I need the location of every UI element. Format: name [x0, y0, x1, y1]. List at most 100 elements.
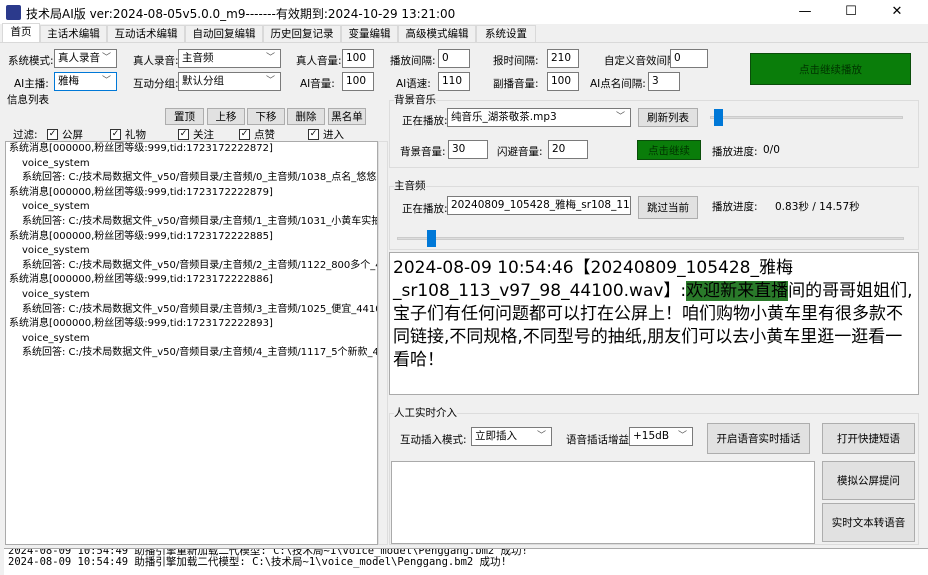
app-icon: 技术局: [6, 5, 21, 20]
bgm-playing-label: 正在播放:: [402, 115, 448, 127]
sub-vol-label: 副播音量:: [493, 78, 539, 90]
continue-play-button[interactable]: 点击继续播放: [750, 53, 911, 85]
main-slider-track[interactable]: [397, 237, 904, 240]
insert-mode-select[interactable]: 立即插入 ﹀: [471, 427, 552, 446]
tab-reply-history[interactable]: 历史回复记录: [263, 25, 341, 43]
window-title: 技术局AI版 ver:2024-08-05v5.0.0_m9-------有效期…: [26, 7, 456, 21]
ai-speed-input[interactable]: 110: [438, 72, 470, 91]
voice-insert-button[interactable]: 开启语音实时插话: [707, 423, 810, 454]
tab-auto-reply[interactable]: 自动回复编辑: [185, 25, 263, 43]
manual-input[interactable]: [391, 461, 815, 544]
chevron-down-icon: ﹀: [536, 431, 546, 441]
message-head: 系统消息[000000,粉丝团等级:999,tid:1723172222886]: [9, 274, 273, 286]
message-head: 系统消息[000000,粉丝团等级:999,tid:1723172222879]: [9, 186, 273, 198]
ai-host-value: 雅梅: [58, 75, 79, 87]
log-output[interactable]: 2024-08-09 10:54:49 助播引擎重新加载二代模型: C:\技术局…: [4, 548, 928, 575]
checkbox-icon: ✓: [47, 129, 58, 140]
real-rec-select[interactable]: 主音频 ﹀: [178, 49, 281, 68]
checkbox-icon: ✓: [239, 129, 250, 140]
filter-public-label: 公屏: [62, 129, 83, 141]
delete-button[interactable]: 删除: [287, 108, 325, 125]
filter-follow-label: 关注: [193, 129, 214, 141]
bgm-slider-thumb[interactable]: [713, 109, 723, 126]
chevron-down-icon: ﹀: [101, 76, 111, 86]
play-interval-label: 播放间隔:: [390, 55, 436, 67]
group-value: 默认分组: [182, 75, 224, 87]
chevron-down-icon: ﹀: [615, 112, 625, 122]
message-user: voice_system: [22, 201, 90, 213]
system-mode-select[interactable]: 真人录音 ﹀: [54, 49, 117, 68]
main-playing-label: 正在播放:: [402, 203, 448, 215]
tab-advanced[interactable]: 高级模式编辑: [398, 25, 476, 43]
time-interval-input[interactable]: 210: [547, 49, 579, 68]
system-mode-value: 真人录音: [58, 52, 100, 64]
maximize-button[interactable]: ☐: [828, 0, 874, 24]
bgm-progress-value: 0/0: [763, 144, 780, 156]
custom-sfx-input[interactable]: 0: [670, 49, 708, 68]
tab-interaction-script[interactable]: 互动话术编辑: [107, 25, 185, 43]
ai-call-input[interactable]: 3: [648, 72, 680, 91]
tab-variables[interactable]: 变量编辑: [341, 25, 398, 43]
tab-system-settings[interactable]: 系统设置: [476, 25, 536, 43]
tab-home[interactable]: 首页: [2, 23, 40, 43]
main-playing-field[interactable]: 20240809_105428_雅梅_sr108_113_v97_: [447, 196, 631, 215]
bg-vol-input[interactable]: 30: [448, 140, 488, 159]
skip-current-button[interactable]: 跳过当前: [638, 196, 698, 219]
quick-phrases-button[interactable]: 打开快捷短语: [822, 423, 915, 454]
chevron-down-icon: ﹀: [101, 53, 111, 63]
message-reply: 系统回答: C:/技术局数据文件_v50/音频目录/主音频/2_主音频/1122…: [22, 259, 378, 271]
filter-gift-checkbox[interactable]: ✓ 礼物: [110, 127, 146, 142]
message-list[interactable]: 系统消息[000000,粉丝团等级:999,tid:1723172222872]…: [5, 141, 378, 545]
play-interval-input[interactable]: 0: [438, 49, 470, 68]
filter-enter-label: 进入: [323, 129, 344, 141]
filter-follow-checkbox[interactable]: ✓ 关注: [178, 127, 214, 142]
pin-top-button[interactable]: 置顶: [165, 108, 204, 125]
real-rec-label: 真人录音:: [133, 55, 179, 67]
filter-like-label: 点赞: [254, 129, 275, 141]
transcript-text[interactable]: 2024-08-09 10:54:46【20240809_105428_雅梅_s…: [389, 252, 919, 395]
bg-vol-label: 背景音量:: [400, 146, 446, 158]
bgm-progress-label: 播放进度:: [712, 146, 758, 158]
chevron-down-icon: ﹀: [265, 76, 275, 86]
info-list-title: 信息列表: [7, 94, 49, 106]
minimize-button[interactable]: —: [782, 0, 828, 24]
realtime-tts-button[interactable]: 实时文本转语音: [822, 503, 915, 542]
refresh-list-button[interactable]: 刷新列表: [638, 108, 698, 127]
main-slider-thumb[interactable]: [427, 230, 437, 247]
sub-vol-input[interactable]: 100: [547, 72, 579, 91]
main-progress-value: 0.83秒 / 14.57秒: [775, 201, 860, 213]
ai-speed-label: AI语速:: [396, 78, 431, 90]
chevron-down-icon: ﹀: [265, 53, 275, 63]
list-scrollbar[interactable]: [378, 141, 388, 545]
tab-main-script[interactable]: 主话术编辑: [40, 25, 107, 43]
ai-vol-input[interactable]: 100: [342, 72, 374, 91]
simulate-question-button[interactable]: 模拟公屏提问: [822, 461, 915, 500]
move-up-button[interactable]: 上移: [207, 108, 245, 125]
blacklist-button[interactable]: 黑名单: [328, 108, 366, 125]
real-rec-value: 主音频: [182, 52, 214, 64]
checkbox-icon: ✓: [110, 129, 121, 140]
close-button[interactable]: ✕: [874, 0, 920, 24]
gain-select[interactable]: +15dB ﹀: [629, 427, 693, 446]
filter-label: 过滤:: [13, 129, 38, 141]
message-reply: 系统回答: C:/技术局数据文件_v50/音频目录/主音频/3_主音频/1025…: [22, 303, 378, 315]
move-down-button[interactable]: 下移: [247, 108, 285, 125]
group-select[interactable]: 默认分组 ﹀: [178, 72, 281, 91]
gain-label: 语音插话增益:: [566, 434, 633, 446]
manual-title: 人工实时介入: [394, 405, 457, 420]
system-mode-label: 系统模式:: [8, 55, 54, 67]
filter-enter-checkbox[interactable]: ✓ 进入: [308, 127, 344, 142]
bgm-track-select[interactable]: 纯音乐_湖茶敬茶.mp3 ﹀: [447, 108, 631, 127]
duck-vol-input[interactable]: 20: [548, 140, 588, 159]
message-user: voice_system: [22, 332, 90, 344]
ai-host-select[interactable]: 雅梅 ﹀: [54, 72, 117, 91]
message-head: 系统消息[000000,粉丝团等级:999,tid:1723172222872]: [9, 143, 273, 154]
filter-like-checkbox[interactable]: ✓ 点赞: [239, 127, 275, 142]
filter-public-checkbox[interactable]: ✓ 公屏: [47, 127, 83, 142]
bgm-continue-button[interactable]: 点击继续: [637, 140, 701, 160]
bgm-slider-track[interactable]: [710, 116, 903, 119]
checkbox-icon: ✓: [178, 129, 189, 140]
real-vol-input[interactable]: 100: [342, 49, 374, 68]
bgm-track-value: 纯音乐_湖茶敬茶.mp3: [451, 111, 557, 123]
ai-vol-label: AI音量:: [300, 78, 335, 90]
